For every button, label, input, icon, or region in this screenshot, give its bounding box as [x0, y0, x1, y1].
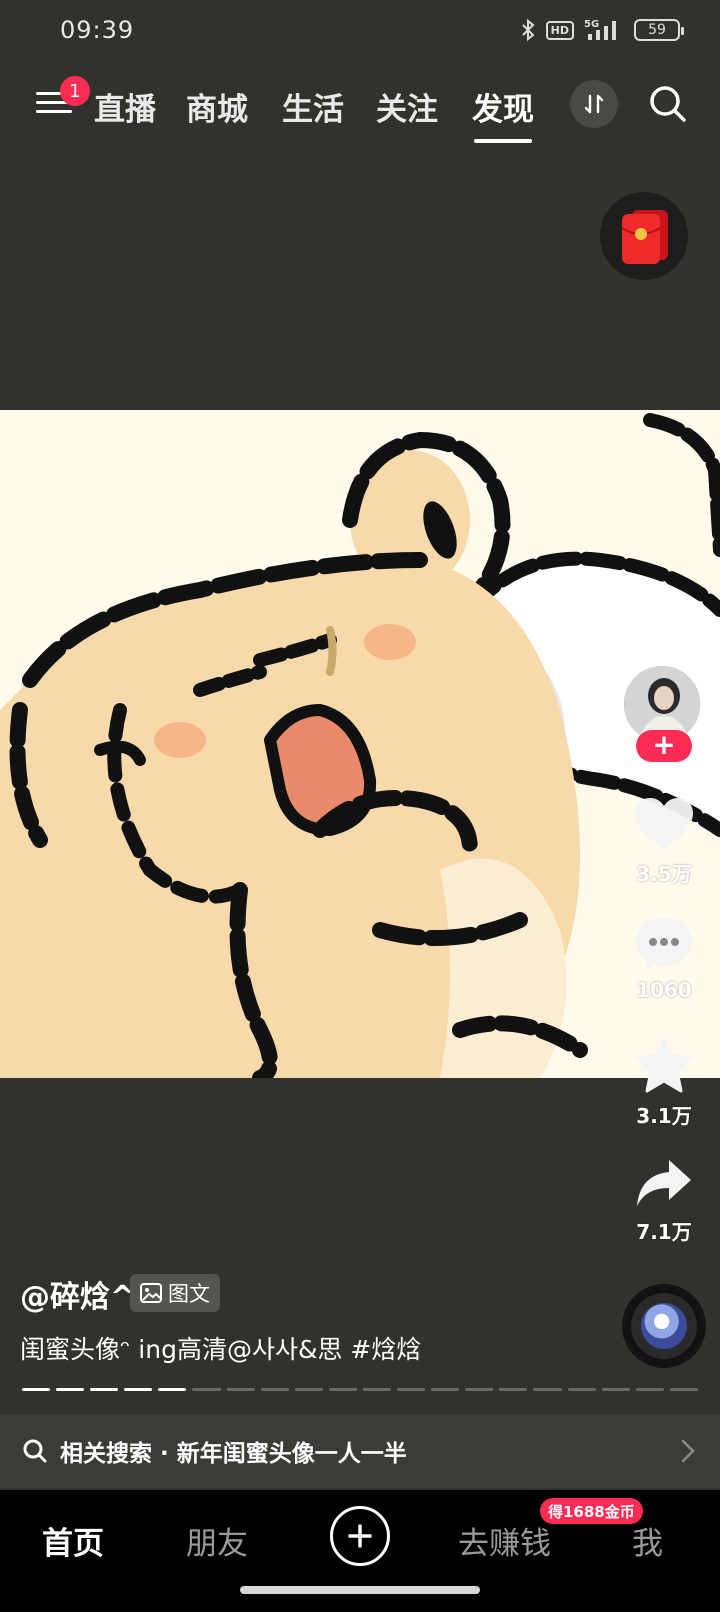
menu-notification-badge: 1: [60, 76, 90, 106]
music-disc[interactable]: [622, 1284, 706, 1368]
nav-earn[interactable]: 去赚钱: [458, 1518, 551, 1563]
heart-icon: [635, 798, 693, 850]
plus-icon: [348, 1524, 372, 1548]
pager-dot: [601, 1388, 630, 1391]
image-pager: [22, 1388, 698, 1392]
search-icon[interactable]: [646, 82, 690, 126]
post-description[interactable]: 闺蜜头像ᵔ ing高清@사사&思 #焓焓: [20, 1330, 421, 1366]
red-envelope-icon: [621, 210, 668, 264]
like-count: 3.5万: [636, 862, 692, 886]
pager-dot: [499, 1388, 528, 1391]
follow-button[interactable]: +: [636, 730, 692, 762]
nav-friends[interactable]: 朋友: [186, 1518, 248, 1563]
pager-dot: [158, 1388, 187, 1391]
top-nav: 1 直播 商城 生活 关注 发现: [0, 72, 720, 143]
pager-dot: [431, 1388, 460, 1391]
author-name[interactable]: @碎焓^: [20, 1272, 135, 1316]
pager-dot: [635, 1388, 664, 1391]
tab-discover[interactable]: 发现: [472, 84, 534, 143]
bottom-nav: 首页 朋友 去赚钱 得1688金币 我: [0, 1490, 720, 1612]
app-screen: 09:39 HD 5G 59 1 直播 商城 生活 关注 发现 + 3.5万 1…: [0, 0, 720, 1612]
share-count: 7.1万: [636, 1220, 692, 1244]
pager-dot: [669, 1388, 698, 1391]
red-packet-button[interactable]: [600, 192, 688, 280]
pager-dot: [328, 1388, 357, 1391]
bear-illustration: [0, 410, 720, 1078]
post-type-label: 图文: [168, 1282, 210, 1306]
image-icon: [140, 1283, 162, 1303]
pager-dot: [397, 1388, 426, 1391]
related-search-text: 相关搜索 · 新年闺蜜头像一人一半: [60, 1441, 407, 1467]
signal-icon: 5G: [584, 18, 624, 42]
pager-dot: [226, 1388, 255, 1391]
tab-mall[interactable]: 商城: [186, 84, 248, 129]
related-search-bar[interactable]: 相关搜索 · 新年闺蜜头像一人一半: [0, 1414, 720, 1488]
svg-text:5G: 5G: [584, 19, 599, 30]
switch-icon[interactable]: [570, 80, 618, 128]
share-button[interactable]: 7.1万: [618, 1156, 710, 1245]
pager-dot: [567, 1388, 596, 1391]
chevron-right-icon: [681, 1439, 695, 1463]
hd-icon: HD: [545, 20, 574, 40]
post-image[interactable]: [0, 410, 720, 1078]
pager-dot: [192, 1388, 221, 1391]
pager-dot: [465, 1388, 494, 1391]
status-bar: 09:39 HD 5G 59: [0, 0, 720, 64]
comment-icon: [636, 918, 692, 970]
tab-life[interactable]: 生活: [282, 84, 344, 129]
nav-home[interactable]: 首页: [42, 1518, 104, 1563]
create-button[interactable]: [330, 1506, 390, 1566]
pager-dot: [533, 1388, 562, 1391]
pager-dot: [90, 1388, 119, 1391]
battery-icon: 59: [634, 19, 684, 41]
share-icon: [637, 1160, 691, 1206]
pager-dot: [362, 1388, 392, 1391]
favorite-button[interactable]: 3.1万: [618, 1036, 710, 1129]
pager-dot: [56, 1388, 85, 1391]
like-button[interactable]: 3.5万: [618, 796, 710, 887]
pager-dot: [22, 1388, 51, 1391]
pager-dot: [260, 1388, 289, 1391]
tab-following[interactable]: 关注: [376, 84, 438, 129]
comment-count: 1060: [636, 978, 692, 1002]
pager-dot: [294, 1388, 323, 1391]
comment-button[interactable]: 1060: [618, 916, 710, 1002]
favorite-count: 3.1万: [636, 1104, 692, 1128]
search-icon: [23, 1439, 47, 1463]
post-type-tag: 图文: [130, 1274, 220, 1312]
music-cover: [641, 1303, 687, 1349]
bluetooth-icon: [520, 18, 536, 42]
tab-live[interactable]: 直播: [94, 84, 156, 129]
home-indicator[interactable]: [240, 1586, 480, 1594]
pager-dot: [124, 1388, 153, 1391]
status-time: 09:39: [60, 16, 135, 44]
star-icon: [635, 1036, 693, 1093]
coin-badge: 得1688金币: [540, 1498, 643, 1524]
nav-me[interactable]: 我: [632, 1518, 663, 1563]
status-icons: HD 5G 59: [520, 18, 684, 42]
